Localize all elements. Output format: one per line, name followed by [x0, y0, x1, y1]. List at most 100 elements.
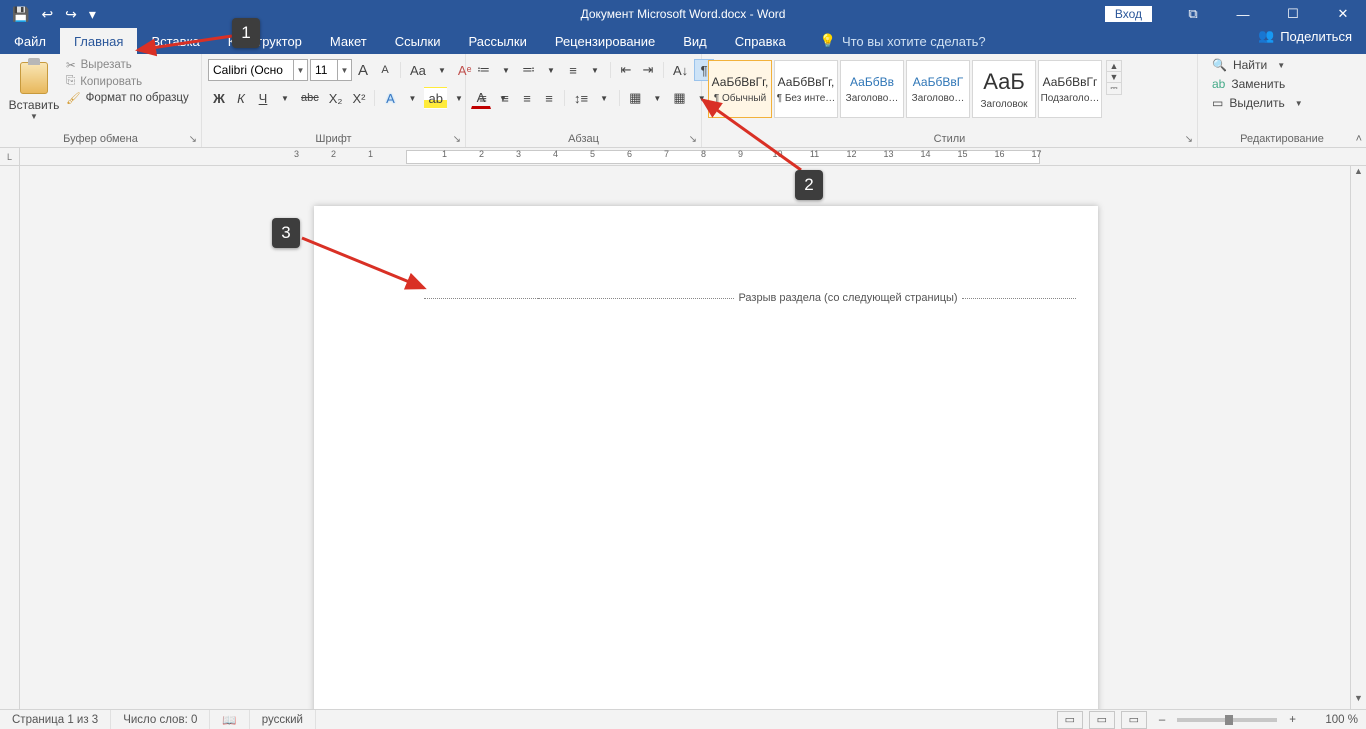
multilevel-button[interactable]: ≡ — [563, 59, 583, 81]
font-name-drop-icon[interactable]: ▼ — [294, 59, 308, 81]
vertical-scrollbar[interactable]: ▲ ▼ — [1350, 166, 1366, 709]
styles-launcher-icon[interactable]: ↘ — [1185, 134, 1193, 145]
align-left-button[interactable]: ≡ — [473, 87, 493, 109]
find-button[interactable]: 🔍Найти▼ — [1212, 58, 1303, 72]
text-effects-drop-icon[interactable]: ▼ — [402, 87, 422, 109]
tell-me-search[interactable]: 💡 Что вы хотите сделать? — [800, 28, 986, 54]
zoom-out-button[interactable]: – — [1153, 714, 1171, 726]
close-button[interactable]: ✕ — [1320, 0, 1366, 28]
zoom-slider[interactable] — [1177, 718, 1277, 722]
qat-more-icon[interactable]: ▾ — [89, 6, 96, 23]
clipboard-launcher-icon[interactable]: ↘ — [189, 134, 197, 145]
strike-button[interactable]: abc — [297, 87, 323, 109]
minimize-button[interactable]: — — [1220, 0, 1266, 28]
underline-drop-icon[interactable]: ▼ — [275, 87, 295, 109]
decrease-indent-button[interactable]: ⇤ — [616, 59, 636, 81]
status-bar: Страница 1 из 3 Число слов: 0 📖 русский … — [0, 709, 1366, 729]
shading-button[interactable]: ▦ — [625, 87, 645, 109]
shading-drop-icon[interactable]: ▼ — [647, 87, 667, 109]
select-button[interactable]: ▭Выделить▼ — [1212, 96, 1303, 110]
tab-insert[interactable]: Вставка — [137, 28, 213, 54]
underline-button[interactable]: Ч — [253, 87, 273, 109]
gallery-down-icon[interactable]: ▼ — [1107, 72, 1121, 83]
style-preview: АаБбВвГг, — [712, 75, 769, 89]
zoom-in-button[interactable]: + — [1283, 714, 1302, 726]
bullets-button[interactable]: ≔ — [473, 59, 494, 81]
tab-review[interactable]: Рецензирование — [541, 28, 669, 54]
status-word-count[interactable]: Число слов: 0 — [111, 710, 210, 729]
view-web-button[interactable]: ▭ — [1121, 711, 1147, 729]
ribbon-options-icon[interactable]: ⧉ — [1170, 0, 1216, 28]
subscript-button[interactable]: X₂ — [325, 87, 347, 109]
status-page[interactable]: Страница 1 из 3 — [0, 710, 111, 729]
view-read-button[interactable]: ▭ — [1057, 711, 1083, 729]
style-item-4[interactable]: АаБЗаголовок — [972, 60, 1036, 118]
change-case-drop-icon[interactable]: ▼ — [432, 59, 452, 81]
scroll-up-icon[interactable]: ▲ — [1354, 166, 1363, 182]
share-button[interactable]: 👥 Поделиться — [1258, 28, 1352, 44]
increase-indent-button[interactable]: ⇥ — [638, 59, 658, 81]
font-name-input[interactable] — [208, 59, 294, 81]
superscript-button[interactable]: X² — [348, 87, 369, 109]
numbering-drop-icon[interactable]: ▼ — [541, 59, 561, 81]
status-language[interactable]: русский — [250, 710, 316, 729]
maximize-button[interactable]: ☐ — [1270, 0, 1316, 28]
style-item-0[interactable]: АаБбВвГг,¶ Обычный — [708, 60, 772, 118]
scroll-down-icon[interactable]: ▼ — [1354, 693, 1363, 709]
paste-button[interactable]: Вставить ▼ — [6, 58, 62, 121]
change-case-button[interactable]: Aa — [406, 59, 430, 81]
style-item-1[interactable]: АаБбВвГг,¶ Без инте… — [774, 60, 838, 118]
redo-icon[interactable]: ↪ — [65, 6, 77, 23]
line-spacing-button[interactable]: ↕≡ — [570, 87, 592, 109]
text-effects-button[interactable]: A — [380, 87, 400, 109]
replace-button[interactable]: abЗаменить — [1212, 77, 1303, 91]
styles-gallery-more[interactable]: ▲ ▼ ⎓ — [1106, 60, 1122, 95]
view-print-button[interactable]: ▭ — [1089, 711, 1115, 729]
grow-font-button[interactable]: A — [353, 59, 373, 81]
align-center-button[interactable]: ≡ — [495, 87, 515, 109]
font-launcher-icon[interactable]: ↘ — [453, 134, 461, 145]
tab-help[interactable]: Справка — [721, 28, 800, 54]
login-button[interactable]: Вход — [1105, 6, 1152, 22]
line-spacing-drop-icon[interactable]: ▼ — [594, 87, 614, 109]
page[interactable]: Разрыв раздела (со следующей страницы) — [314, 206, 1098, 709]
numbering-button[interactable]: ≕ — [518, 59, 539, 81]
style-item-3[interactable]: АаБбВвГЗаголово… — [906, 60, 970, 118]
multilevel-drop-icon[interactable]: ▼ — [585, 59, 605, 81]
tab-references[interactable]: Ссылки — [381, 28, 455, 54]
cut-button[interactable]: ✂Вырезать — [66, 58, 189, 72]
style-item-5[interactable]: АаБбВвГгПодзаголо… — [1038, 60, 1102, 118]
ruler-vertical[interactable] — [0, 166, 20, 709]
font-size-drop-icon[interactable]: ▼ — [338, 59, 352, 81]
tab-file[interactable]: Файл — [0, 28, 60, 54]
align-right-button[interactable]: ≡ — [517, 87, 537, 109]
gallery-more-icon[interactable]: ⎓ — [1107, 83, 1121, 94]
shrink-font-button[interactable]: A — [375, 59, 395, 81]
italic-button[interactable]: К — [231, 87, 251, 109]
gallery-up-icon[interactable]: ▲ — [1107, 61, 1121, 72]
tab-home[interactable]: Главная — [60, 28, 137, 54]
tab-mailings[interactable]: Рассылки — [454, 28, 540, 54]
bold-button[interactable]: Ж — [209, 87, 229, 109]
tab-view[interactable]: Вид — [669, 28, 721, 54]
format-painter-button[interactable]: 🖌Формат по образцу — [66, 91, 189, 105]
tab-layout[interactable]: Макет — [316, 28, 381, 54]
collapse-ribbon-icon[interactable]: ˄ — [1356, 133, 1362, 145]
zoom-value[interactable]: 100 % — [1308, 714, 1358, 726]
save-icon[interactable]: 💾 — [12, 6, 29, 23]
undo-icon[interactable]: ↩ — [41, 6, 53, 23]
highlight-button[interactable]: ab — [424, 87, 446, 109]
justify-button[interactable]: ≡ — [539, 87, 559, 109]
status-proofing[interactable]: 📖 — [210, 710, 249, 729]
ruler-horizontal[interactable]: L 3211234567891011121314151617 — [0, 148, 1366, 166]
font-size-input[interactable] — [310, 59, 338, 81]
document-canvas[interactable]: Разрыв раздела (со следующей страницы) — [20, 166, 1366, 709]
group-clipboard: Вставить ▼ ✂Вырезать ⎘Копировать 🖌Формат… — [0, 54, 202, 147]
borders-button[interactable]: ▦ — [669, 87, 689, 109]
para-launcher-icon[interactable]: ↘ — [689, 134, 697, 145]
copy-button[interactable]: ⎘Копировать — [66, 75, 189, 88]
sort-button[interactable]: A↓ — [669, 59, 692, 81]
style-item-2[interactable]: АаБбВвЗаголово… — [840, 60, 904, 118]
bullets-drop-icon[interactable]: ▼ — [496, 59, 516, 81]
tab-design[interactable]: Конструктор — [214, 28, 316, 54]
